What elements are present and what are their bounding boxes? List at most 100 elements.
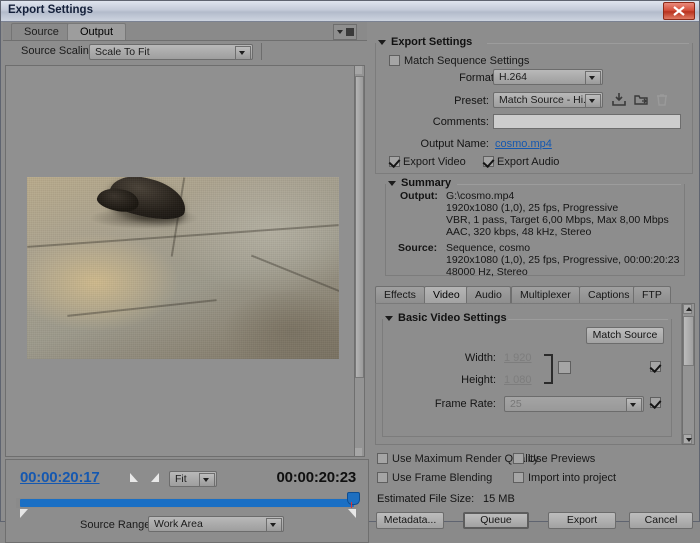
- source-range-value: Work Area: [154, 518, 203, 530]
- summary-source-line: Sequence, cosmo: [446, 242, 531, 254]
- set-out-point-icon[interactable]: [151, 473, 159, 482]
- checkbox-icon: [377, 453, 388, 464]
- checkbox-icon: [558, 361, 571, 374]
- checkbox-icon: [389, 55, 400, 66]
- left-panel: Source Output Source Scaling: Scale To F…: [3, 22, 369, 543]
- frame-rate-enable-checkbox[interactable]: [650, 397, 661, 409]
- width-value[interactable]: 1 920: [504, 352, 532, 364]
- format-value: H.264: [499, 71, 528, 83]
- metadata-button[interactable]: Metadata...: [376, 512, 444, 529]
- summary-output-label: Output:: [400, 190, 438, 202]
- import-preset-icon[interactable]: [633, 92, 649, 107]
- zoom-level-dropdown[interactable]: Fit: [169, 471, 217, 487]
- import-into-project-label: Import into project: [528, 472, 617, 484]
- tab-effects[interactable]: Effects: [375, 286, 425, 303]
- tab-video[interactable]: Video: [424, 286, 469, 303]
- tab-output[interactable]: Output: [67, 23, 127, 40]
- summary-source-label: Source:: [398, 242, 438, 254]
- height-value[interactable]: 1 080: [504, 374, 532, 386]
- chevron-down-icon: [626, 398, 642, 412]
- out-point-handle[interactable]: [348, 509, 356, 518]
- frame-rate-dropdown[interactable]: 25: [504, 396, 644, 412]
- source-scaling-label: Source Scaling:: [21, 45, 99, 57]
- import-into-project-checkbox[interactable]: [513, 472, 524, 484]
- export-video-label: Export Video: [403, 156, 466, 168]
- tab-source[interactable]: Source: [11, 23, 72, 40]
- use-frame-blending-checkbox[interactable]: [377, 472, 388, 484]
- scrollbar-thumb[interactable]: [355, 76, 364, 378]
- tab-captions[interactable]: Captions: [579, 286, 639, 303]
- save-preset-icon[interactable]: [611, 92, 627, 107]
- summary-box: Output: G:\cosmo.mp4 1920x1080 (1,0), 25…: [385, 184, 685, 278]
- preview-grain: [27, 177, 339, 359]
- delete-preset-icon[interactable]: [655, 92, 671, 107]
- export-audio-checkbox[interactable]: [483, 156, 494, 168]
- scroll-up-icon[interactable]: [683, 304, 692, 314]
- export-settings-dialog: Export Settings Source Output Source Sca…: [0, 0, 700, 543]
- export-button[interactable]: Export: [548, 512, 616, 529]
- height-label: Height:: [461, 374, 496, 386]
- title-bar: Export Settings: [1, 1, 699, 22]
- source-scaling-row: Source Scaling: Scale To Fit: [3, 41, 367, 63]
- checkbox-icon: [377, 472, 388, 483]
- in-point-handle[interactable]: [20, 509, 28, 518]
- source-scaling-value: Scale To Fit: [95, 46, 150, 58]
- width-height-enable-checkbox[interactable]: [650, 361, 661, 373]
- width-label: Width:: [464, 352, 496, 364]
- checkbox-icon: [650, 361, 661, 372]
- summary-output-line: AAC, 320 kbps, 48 kHz, Stereo: [446, 226, 592, 238]
- close-icon: [673, 6, 685, 16]
- use-maximum-render-quality-checkbox[interactable]: [377, 453, 388, 465]
- playhead-line: [351, 502, 352, 508]
- scroll-down-icon[interactable]: [683, 434, 692, 444]
- scrollbar-thumb[interactable]: [683, 316, 694, 366]
- current-timecode[interactable]: 00:00:20:17: [20, 469, 100, 486]
- import-preset-glyph: [634, 95, 648, 105]
- scroll-up-icon[interactable]: [355, 66, 362, 74]
- export-audio-label: Export Audio: [497, 156, 560, 168]
- summary-source-line: 1920x1080 (1,0), 25 fps, Progressive, 00…: [446, 254, 680, 266]
- window-title: Export Settings: [8, 4, 93, 16]
- close-button[interactable]: [663, 2, 695, 20]
- set-in-point-icon[interactable]: [130, 473, 138, 482]
- match-source-button[interactable]: Match Source: [586, 327, 664, 344]
- preview-area: [5, 65, 359, 457]
- use-frame-blending-label: Use Frame Blending: [392, 472, 493, 484]
- video-settings-scrollbar[interactable]: [682, 303, 695, 445]
- playhead-handle[interactable]: [347, 492, 360, 508]
- use-previews-checkbox[interactable]: [513, 453, 524, 465]
- summary-output-line: G:\cosmo.mp4: [446, 190, 515, 202]
- checkbox-icon: [513, 453, 524, 464]
- aspect-link-checkbox[interactable]: [558, 361, 571, 375]
- format-dropdown[interactable]: H.264: [493, 69, 603, 85]
- right-panel: Export Settings Match Sequence Settings …: [371, 22, 699, 529]
- preset-label: Preset:: [454, 95, 489, 107]
- scroll-down-icon[interactable]: [355, 448, 362, 456]
- estimated-file-size-value: 15 MB: [483, 493, 515, 505]
- basic-video-settings-panel: Basic Video Settings Match Source Width:…: [375, 303, 682, 445]
- chevron-down-icon: [199, 473, 215, 487]
- source-scaling-dropdown[interactable]: Scale To Fit: [89, 44, 253, 60]
- settings-tab-row: Effects Video Audio Multiplexer Captions…: [375, 286, 695, 303]
- save-preset-glyph: [612, 93, 626, 106]
- duration-timecode: 00:00:20:23: [276, 469, 356, 486]
- tab-ftp[interactable]: FTP: [633, 286, 671, 303]
- timeline-bar: 00:00:20:17 Fit 00:00:20:23 Source Range…: [5, 459, 369, 543]
- source-range-dropdown[interactable]: Work Area: [148, 516, 284, 532]
- preset-dropdown[interactable]: Match Source - Hi...: [493, 92, 603, 108]
- preview-vertical-scrollbar[interactable]: [354, 65, 365, 457]
- chevron-down-icon: [266, 518, 282, 532]
- tab-audio[interactable]: Audio: [466, 286, 511, 303]
- output-name-link[interactable]: cosmo.mp4: [495, 138, 552, 150]
- comments-input[interactable]: [493, 114, 681, 129]
- tab-multiplexer[interactable]: Multiplexer: [511, 286, 580, 303]
- export-video-checkbox[interactable]: [389, 156, 400, 168]
- cancel-button[interactable]: Cancel: [629, 512, 693, 529]
- timeline-track[interactable]: [20, 499, 354, 507]
- queue-button[interactable]: Queue: [463, 512, 529, 529]
- aspect-link-bracket-icon: [544, 354, 553, 384]
- zoom-level-value: Fit: [175, 473, 187, 485]
- checkbox-icon: [650, 397, 661, 408]
- match-sequence-settings-checkbox[interactable]: [389, 55, 400, 67]
- panel-menu-icon[interactable]: [333, 24, 357, 40]
